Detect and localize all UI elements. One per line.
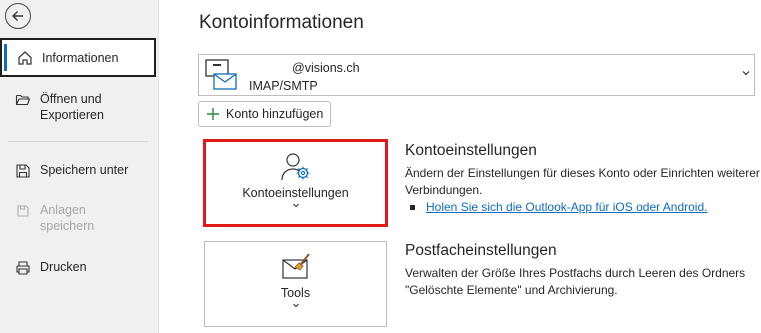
back-button[interactable] — [5, 3, 31, 29]
chevron-down-icon — [292, 303, 299, 308]
add-account-label: Konto hinzufügen — [226, 107, 324, 121]
tile-label: Tools — [280, 286, 311, 300]
printer-icon — [14, 259, 32, 277]
account-selector[interactable]: @visions.ch IMAP/SMTP — [198, 54, 755, 96]
sidebar-divider — [8, 141, 148, 142]
plus-icon — [206, 107, 220, 121]
nav-label: Speichern unter — [40, 163, 129, 177]
nav-label: Informationen — [42, 50, 119, 65]
tile-label: Kontoeinstellungen — [242, 186, 349, 200]
account-settings-tile[interactable]: Kontoeinstellungen — [204, 141, 387, 227]
account-type: IMAP/SMTP — [249, 79, 318, 93]
save-as-icon — [14, 162, 32, 180]
chevron-down-icon — [742, 71, 750, 76]
backstage-sidebar: Informationen Öffnen und Exportieren Spei… — [0, 0, 159, 333]
section-title-postfacheinstellungen: Postfacheinstellungen — [405, 242, 557, 259]
nav-informationen[interactable]: Informationen — [0, 38, 156, 77]
section-title-kontoeinstellungen: Kontoeinstellungen — [405, 142, 537, 159]
nav-label: Anlagen speichern — [40, 203, 95, 233]
mailbox-cleanup-icon — [279, 252, 313, 282]
nav-anlagen-speichern: Anlagen speichern — [0, 202, 156, 234]
save-attachments-icon — [14, 202, 32, 220]
bullet-icon — [410, 204, 415, 210]
nav-drucken[interactable]: Drucken — [0, 259, 156, 277]
account-email: @visions.ch — [292, 61, 360, 75]
outlook-app-link[interactable]: Holen Sie sich die Outlook-App für iOS o… — [426, 200, 707, 214]
nav-speichern-unter[interactable]: Speichern unter — [0, 162, 156, 180]
tools-tile[interactable]: Tools — [204, 241, 387, 327]
mail-account-icon — [205, 59, 237, 90]
home-icon — [16, 49, 34, 67]
nav-oeffnen-exportieren[interactable]: Öffnen und Exportieren — [0, 91, 156, 123]
account-settings-icon — [279, 152, 313, 182]
folder-open-icon — [14, 91, 32, 109]
nav-label: Drucken — [40, 260, 87, 274]
page-title: Kontoinformationen — [199, 12, 364, 33]
section-desc-kontoeinstellungen: Ändern der Einstellungen für dieses Kont… — [405, 166, 760, 197]
main-content: Kontoinformationen @visions.ch IMAP/SMTP… — [159, 0, 761, 333]
back-arrow-icon — [12, 11, 23, 21]
outlook-app-bullet: Holen Sie sich die Outlook-App für iOS o… — [410, 200, 707, 214]
nav-label: Öffnen und Exportieren — [40, 92, 104, 122]
add-account-button[interactable]: Konto hinzufügen — [198, 101, 331, 127]
chevron-down-icon — [292, 203, 299, 208]
section-desc-postfacheinstellungen: Verwalten der Größe Ihres Postfachs durc… — [405, 266, 746, 297]
